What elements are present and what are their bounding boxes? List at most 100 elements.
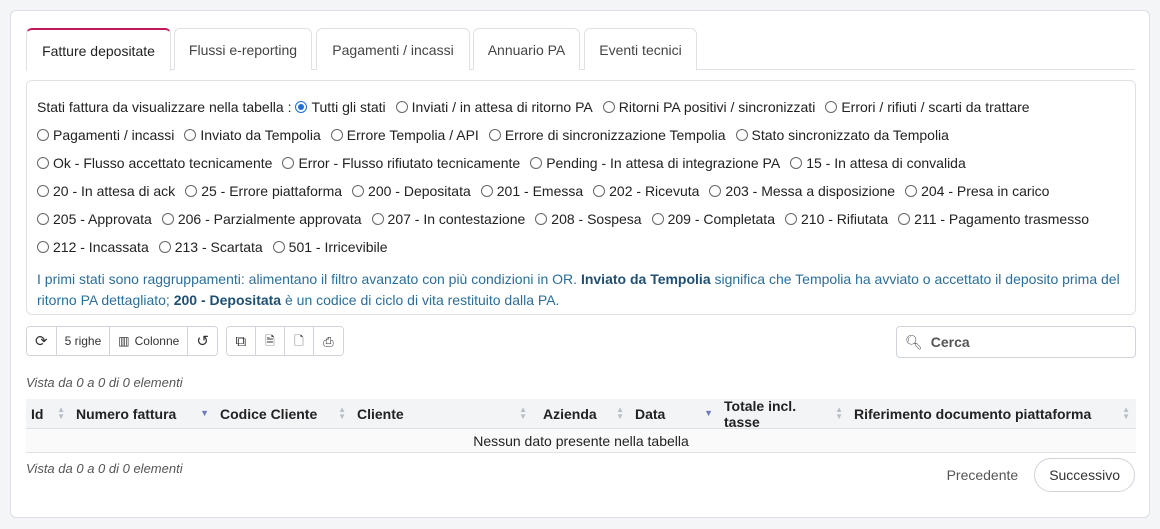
rows-per-page-button[interactable]: 5 righe [56,327,111,355]
radio-label: 210 - Rifiutata [801,211,889,227]
radio-button[interactable] [530,157,543,169]
radio-button[interactable] [161,213,174,225]
radio-button[interactable] [295,101,308,113]
status-radio-option[interactable]: 211 - Pagamento trasmesso [898,211,1089,227]
status-radio-option[interactable]: Errore Tempolia / API [330,127,479,143]
radio-button[interactable] [480,185,493,197]
radio-button[interactable] [785,213,797,225]
status-radio-option[interactable]: Ok - Flusso accettato tecnicamente [37,155,272,171]
radio-button[interactable] [330,129,343,141]
col-id[interactable]: Id ▲ ▼ [26,399,71,429]
radio-button[interactable] [488,129,501,141]
radio-button[interactable] [735,129,748,141]
status-radio-option[interactable]: 204 - Presa in carico [905,183,1049,199]
status-radio-option[interactable]: 213 - Scartata [158,239,263,255]
status-radio-option[interactable]: Inviato da Tempolia [184,127,321,143]
next-page-button[interactable]: Successivo [1034,458,1135,492]
radio-label: 25 - Errore piattaforma [201,183,343,199]
status-radio-option[interactable]: 212 - Incassata [37,239,149,255]
radio-button[interactable] [593,185,606,197]
status-radio-option[interactable]: Errori / rifiuti / scarti da trattare [825,99,1030,115]
prev-page-button[interactable]: Precedente [931,458,1035,492]
radio-button[interactable] [825,101,838,113]
status-radio-option[interactable]: Inviati / in attesa di ritorno PA [395,99,593,115]
col-riferimento[interactable]: Riferimento documento piattaforma ▲ ▼ [849,399,1136,429]
status-radio-option[interactable]: Pending - In attesa di integrazione PA [530,155,780,171]
radio-button[interactable] [371,213,384,225]
status-radio-option[interactable]: Error - Flusso rifiutato tecnicamente [282,155,520,171]
status-radio-option[interactable]: 20 - In attesa di ack [37,183,175,199]
status-radio-option[interactable]: Stato sincronizzato da Tempolia [735,127,949,143]
radio-button[interactable] [790,157,803,169]
refresh-button[interactable]: ⟳ [27,327,57,355]
radio-button[interactable] [158,241,171,253]
pdf-icon: 🗋 [294,334,304,348]
radio-button[interactable] [898,213,911,225]
sort-desc-icon: ▼ [704,408,713,418]
rows-label: 5 righe [64,334,102,348]
copy-button[interactable]: ⧉ [226,327,256,355]
radio-button[interactable] [37,157,49,169]
col-data[interactable]: Data ▼ [630,399,719,429]
radio-button[interactable] [184,129,197,141]
main-card: Fatture depositate Flussi e-reporting Pa… [10,10,1150,518]
table-info-top: Vista da 0 a 0 di 0 elementi [26,375,183,390]
invoices-table: Id ▲ ▼ Numero fattura ▼ Codice Cliente ▲ ▼ Cl… [26,398,1136,453]
col-codice-cliente[interactable]: Codice Cliente ▲ ▼ [215,399,352,429]
radio-button[interactable] [602,101,615,113]
search-input[interactable] [928,333,1129,351]
status-radio-row: 20 - In attesa di ack 25 - Errore piattaf… [37,177,1125,205]
radio-button[interactable] [905,185,918,197]
radio-button[interactable] [37,185,49,197]
tab-fatture-depositate[interactable]: Fatture depositate [26,28,171,71]
tab-annuario-pa[interactable]: Annuario PA [473,28,580,70]
status-radio-option[interactable]: 200 - Depositata [352,183,471,199]
status-radio-option[interactable]: 210 - Rifiutata [785,211,888,227]
excel-export-button[interactable]: 🗎 [255,327,285,355]
radio-label: Inviato da Tempolia [200,127,321,143]
radio-button[interactable] [37,241,49,253]
status-radio-option[interactable]: 25 - Errore piattaforma [185,183,342,199]
status-radio-option[interactable]: 208 - Sospesa [535,211,642,227]
radio-button[interactable] [37,213,49,225]
tab-bar: Fatture depositate Flussi e-reporting Pa… [26,28,1135,71]
status-radio-option[interactable]: 203 - Messa a disposizione [709,183,895,199]
col-azienda[interactable]: Azienda ▲ ▼ [533,399,630,429]
status-radio-option[interactable]: 201 - Emessa [480,183,583,199]
sort-icon: ▲ ▼ [835,405,843,421]
radio-button[interactable] [272,241,285,253]
radio-button[interactable] [352,185,365,197]
status-radio-option[interactable]: 207 - In contestazione [371,211,525,227]
reset-button[interactable]: ↺ [188,327,217,355]
radio-button[interactable] [185,185,198,197]
tab-pagamenti-incassi[interactable]: Pagamenti / incassi [316,28,470,70]
tab-eventi-tecnici[interactable]: Eventi tecnici [584,28,697,70]
status-radio-option[interactable]: 15 - In attesa di convalida [790,155,966,171]
radio-button[interactable] [535,213,548,225]
status-radio-option[interactable]: 205 - Approvata [37,211,152,227]
radio-button[interactable] [651,213,664,225]
radio-button[interactable] [37,129,49,141]
radio-button[interactable] [395,101,408,113]
status-radio-option[interactable]: Errore di sincronizzazione Tempolia [488,127,726,143]
tab-flussi-e-reporting[interactable]: Flussi e-reporting [174,28,312,70]
col-numero-fattura[interactable]: Numero fattura ▼ [71,399,215,429]
status-radio-option[interactable]: 209 - Completata [651,211,775,227]
print-icon: ⎙ [323,333,334,349]
pdf-export-button[interactable]: 🗋 [284,327,314,355]
radio-button[interactable] [709,185,722,197]
col-cliente[interactable]: Cliente ▲ ▼ [352,399,533,429]
col-totale[interactable]: Totale incl. tasse ▲ ▼ [719,398,849,430]
sort-icon: ▲ ▼ [57,405,65,421]
status-radio-option[interactable]: Ritorni PA positivi / sincronizzati [602,99,815,115]
status-radio-option[interactable]: 206 - Parzialmente approvata [161,211,362,227]
status-radio-option[interactable]: 202 - Ricevuta [593,183,699,199]
print-button[interactable]: ⎙ [313,327,343,355]
tab-label: Pagamenti / incassi [332,41,454,58]
status-radio-option[interactable]: Tutti gli stati [295,99,386,115]
tab-label: Fatture depositate [42,42,155,59]
radio-button[interactable] [282,157,295,169]
columns-button[interactable]: ▥ Colonne [110,327,189,355]
status-radio-option[interactable]: 501 - Irricevibile [272,239,388,255]
status-radio-option[interactable]: Pagamenti / incassi [37,127,174,143]
